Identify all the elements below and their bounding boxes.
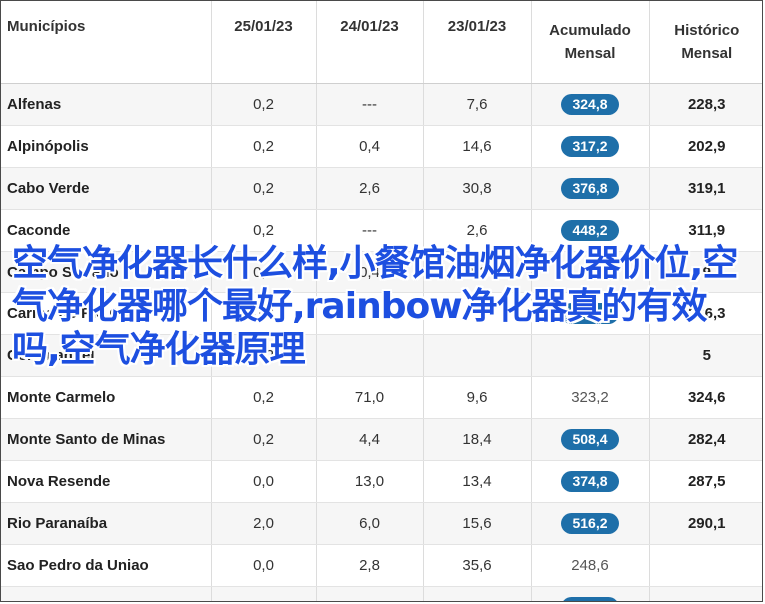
acumulado-badge: 508,4 bbox=[561, 429, 619, 451]
cell-historico: 287,5 bbox=[649, 460, 762, 503]
cell-date-1: 0,0 bbox=[211, 544, 317, 587]
cell-municipio: Serra do Salitre bbox=[1, 586, 212, 601]
acumulado-value: 323,2 bbox=[571, 389, 609, 407]
header-historico-line1: Histórico bbox=[674, 22, 740, 39]
cell-date-3: 35,6 bbox=[423, 544, 532, 587]
cell-municipio: Monte Santo de Minas bbox=[1, 418, 212, 462]
table-row: Rio Paranaíba 2,0 6,0 15,6 516,2 290,1 bbox=[1, 502, 762, 545]
watermark-overlay-text: 空气净化器长什么样,小餐馆油烟净化器价位,空气净化器哪个最好,rainbow净化… bbox=[12, 243, 738, 370]
cell-date-2: 20,4 bbox=[316, 586, 424, 601]
header-historico[interactable]: Histórico Mensal bbox=[649, 1, 762, 84]
cell-historico: 290,1 bbox=[649, 502, 762, 545]
cell-acumulado: 634,8 bbox=[531, 586, 650, 601]
cell-historico: 228,3 bbox=[649, 83, 762, 126]
cell-date-1: 0,2 bbox=[211, 125, 317, 168]
header-date-1[interactable]: 25/01/23 bbox=[211, 1, 317, 84]
cell-historico: 202,9 bbox=[649, 125, 762, 168]
acumulado-badge: 317,2 bbox=[561, 135, 619, 157]
acumulado-badge: 374,8 bbox=[561, 470, 619, 492]
header-acumulado-line2: Mensal bbox=[564, 45, 616, 62]
cell-acumulado: 376,8 bbox=[531, 167, 650, 210]
cell-date-3: 14,6 bbox=[423, 125, 532, 168]
cell-date-1: 0,2 bbox=[211, 376, 317, 420]
cell-date-1: 0,2 bbox=[211, 167, 317, 210]
cell-historico: 319,1 bbox=[649, 167, 762, 210]
cell-date-1: 0,0 bbox=[211, 460, 317, 503]
cell-date-2: 2,6 bbox=[316, 167, 424, 210]
acumulado-value: 248,6 bbox=[571, 556, 609, 574]
header-municipios[interactable]: Municípios bbox=[1, 1, 212, 84]
acumulado-badge: 376,8 bbox=[561, 177, 619, 199]
cell-date-3: 13,4 bbox=[423, 460, 532, 503]
table-header-row: Municípios 25/01/23 24/01/23 23/01/23 Ac… bbox=[1, 1, 762, 84]
cell-acumulado: 323,2 bbox=[531, 376, 650, 420]
cell-municipio: Rio Paranaíba bbox=[1, 502, 212, 545]
cell-date-2: 71,0 bbox=[316, 376, 424, 420]
cell-date-3: 34,8 bbox=[423, 586, 532, 601]
cell-date-2: 13,0 bbox=[316, 460, 424, 503]
header-date-3[interactable]: 23/01/23 bbox=[423, 1, 532, 84]
cell-acumulado: 374,8 bbox=[531, 460, 650, 503]
cell-municipio: Sao Pedro da Uniao bbox=[1, 544, 212, 587]
cell-date-2: 4,4 bbox=[316, 418, 424, 462]
cell-acumulado: 324,8 bbox=[531, 83, 650, 126]
acumulado-badge: 324,8 bbox=[561, 93, 619, 115]
acumulado-badge: 634,8 bbox=[561, 596, 619, 601]
cell-date-2: 0,4 bbox=[316, 125, 424, 168]
cell-date-3: 7,6 bbox=[423, 83, 532, 126]
cell-date-2: --- bbox=[316, 83, 424, 126]
table-row: Monte Carmelo 0,2 71,0 9,6 323,2 324,6 bbox=[1, 376, 762, 420]
cell-historico: 324,6 bbox=[649, 376, 762, 420]
cell-date-3: 9,6 bbox=[423, 376, 532, 420]
cell-municipio: Cabo Verde bbox=[1, 167, 212, 210]
header-historico-line2: Mensal bbox=[681, 45, 733, 62]
cell-date-1: 0,2 bbox=[211, 418, 317, 462]
cell-date-3: 30,8 bbox=[423, 167, 532, 210]
table-row: Nova Resende 0,0 13,0 13,4 374,8 287,5 bbox=[1, 460, 762, 503]
cell-date-3: 18,4 bbox=[423, 418, 532, 462]
cell-historico: 282,4 bbox=[649, 418, 762, 462]
table-row: Monte Santo de Minas 0,2 4,4 18,4 508,4 282,4 bbox=[1, 418, 762, 462]
cell-historico bbox=[649, 544, 762, 587]
cell-date-1: 1,4 bbox=[211, 586, 317, 601]
acumulado-badge: 448,2 bbox=[561, 219, 619, 241]
header-acumulado[interactable]: Acumulado Mensal bbox=[531, 1, 650, 84]
table-row: Sao Pedro da Uniao 0,0 2,8 35,6 248,6 bbox=[1, 544, 762, 587]
table-row: Cabo Verde 0,2 2,6 30,8 376,8 319,1 bbox=[1, 167, 762, 210]
cell-acumulado: 248,6 bbox=[531, 544, 650, 587]
cell-date-1: 2,0 bbox=[211, 502, 317, 545]
cell-date-2: 2,8 bbox=[316, 544, 424, 587]
cell-municipio: Monte Carmelo bbox=[1, 376, 212, 420]
cell-municipio: Nova Resende bbox=[1, 460, 212, 503]
acumulado-badge: 516,2 bbox=[561, 512, 619, 534]
cell-acumulado: 516,2 bbox=[531, 502, 650, 545]
cell-municipio: Alpinópolis bbox=[1, 125, 212, 168]
cell-date-1: 0,2 bbox=[211, 83, 317, 126]
cell-date-2: 6,0 bbox=[316, 502, 424, 545]
cell-historico: 338,5 bbox=[649, 586, 762, 601]
cell-municipio: Alfenas bbox=[1, 83, 212, 126]
cell-acumulado: 508,4 bbox=[531, 418, 650, 462]
cell-date-3: 15,6 bbox=[423, 502, 532, 545]
cell-acumulado: 317,2 bbox=[531, 125, 650, 168]
table-row: Alfenas 0,2 --- 7,6 324,8 228,3 bbox=[1, 83, 762, 126]
header-acumulado-line1: Acumulado bbox=[549, 22, 631, 39]
header-date-2[interactable]: 24/01/23 bbox=[316, 1, 424, 84]
table-row: Alpinópolis 0,2 0,4 14,6 317,2 202,9 bbox=[1, 125, 762, 168]
table-row: Serra do Salitre1,420,434,8 634,8 338,5 bbox=[1, 586, 762, 601]
